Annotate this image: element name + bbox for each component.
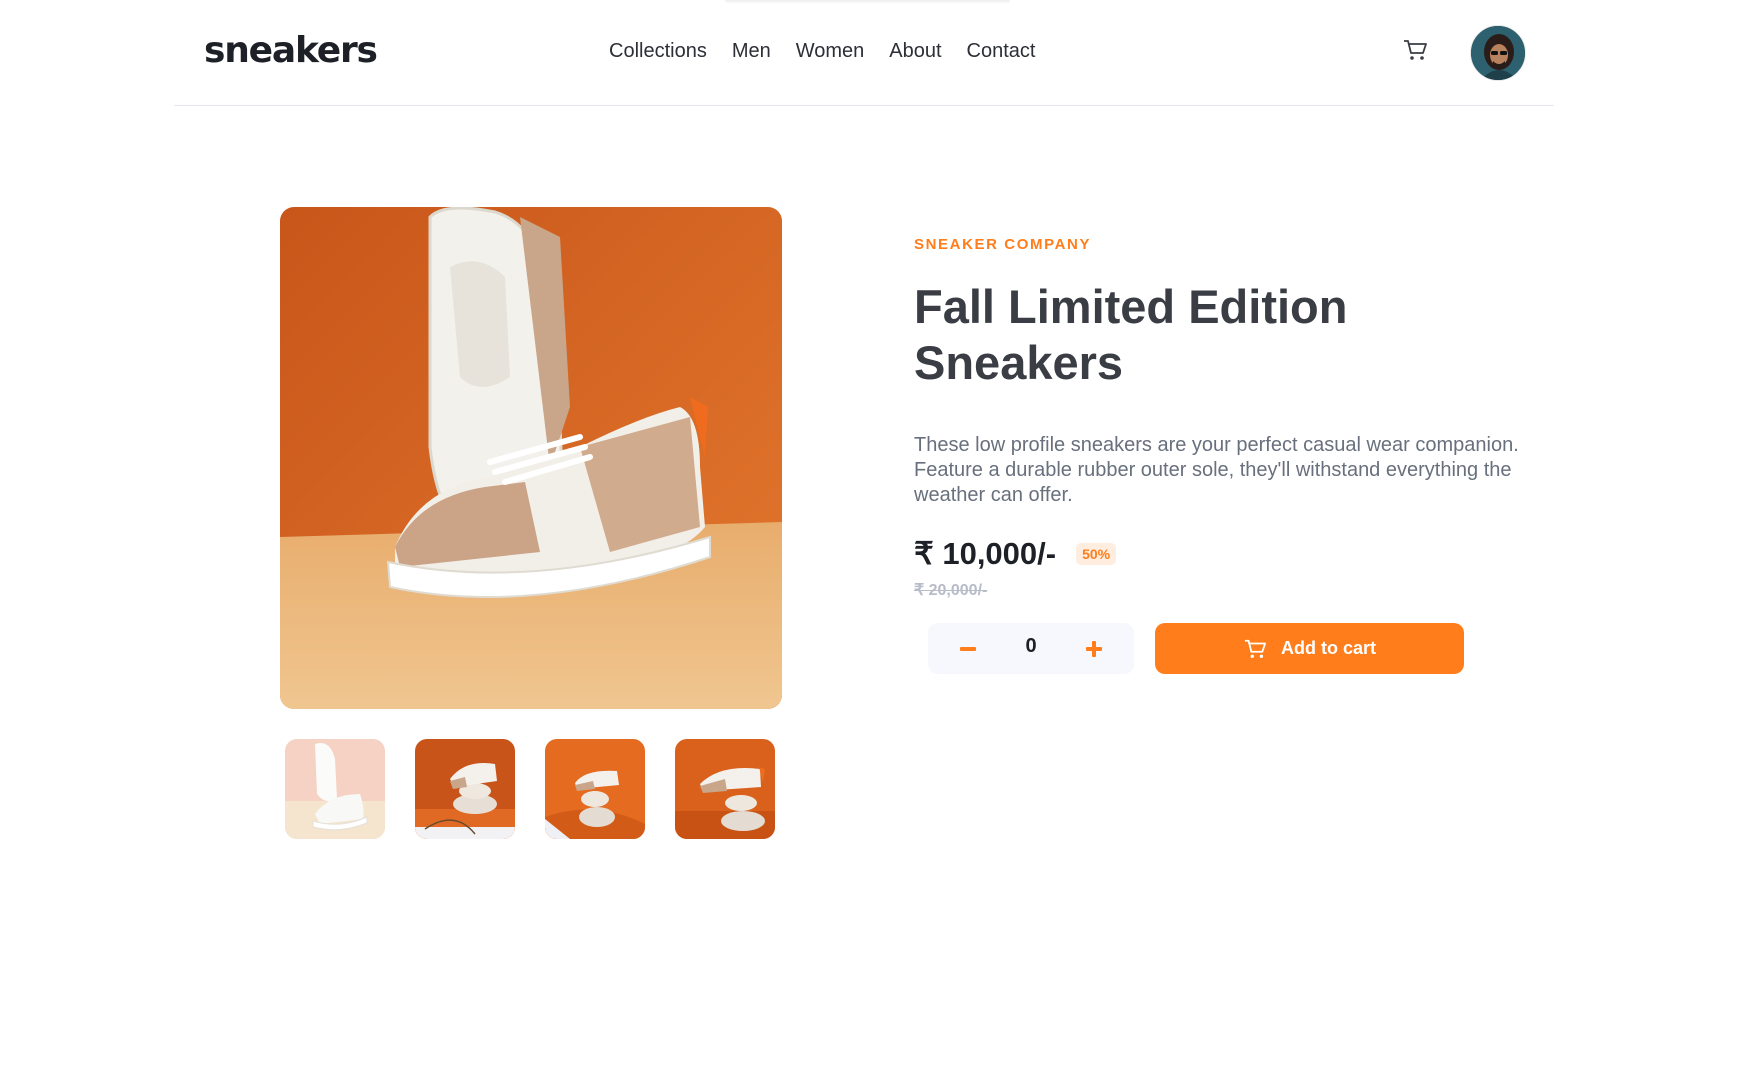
nav-collections[interactable]: Collections — [609, 40, 707, 63]
discount-badge: 50% — [1076, 543, 1117, 565]
product-title: Fall Limited Edition Sneakers — [914, 280, 1348, 389]
add-to-cart-label: Add to cart — [1280, 638, 1376, 658]
minus-icon — [960, 646, 976, 651]
product-details: SNEAKER COMPANY Fall Limited Edition Sne… — [914, 236, 1534, 600]
thumbnail-3[interactable] — [545, 739, 645, 839]
nav-men[interactable]: Men — [732, 40, 771, 63]
sneaker-main-image — [280, 207, 782, 709]
thumbnail-2[interactable] — [415, 739, 515, 839]
product-description: These low profile sneakers are your perf… — [914, 434, 1519, 506]
nav-contact[interactable]: Contact — [967, 40, 1036, 63]
price-row: ₹ 10,000/- 50% — [914, 536, 1534, 572]
thumbnail-4-image — [675, 739, 775, 839]
site-header: sneakers Collections Men Women About Con… — [174, 0, 1554, 106]
quantity-value: 0 — [1025, 635, 1037, 657]
thumbnail-3-image — [545, 739, 645, 839]
cart-icon — [1404, 40, 1427, 60]
main-nav: Collections Men Women About Contact — [609, 40, 1060, 63]
avatar-image — [1471, 26, 1525, 80]
plus-icon — [1086, 640, 1102, 657]
avatar[interactable] — [1470, 25, 1526, 81]
original-price: ₹ 20,000/- — [914, 582, 988, 599]
main-product-image[interactable] — [280, 207, 782, 709]
cart-icon — [1244, 639, 1266, 658]
cart-button[interactable] — [1402, 38, 1432, 66]
product-page: sneakers Collections Men Women About Con… — [0, 0, 1757, 1080]
thumbnail-2-image — [415, 739, 515, 839]
nav-about[interactable]: About — [889, 40, 941, 63]
nav-women[interactable]: Women — [796, 40, 865, 63]
logo[interactable]: sneakers — [204, 30, 378, 71]
add-to-cart-button[interactable]: Add to cart — [1155, 623, 1464, 674]
current-price: ₹ 10,000/- — [914, 536, 1057, 571]
increase-quantity-button[interactable] — [1064, 623, 1124, 674]
thumbnail-4[interactable] — [675, 739, 775, 839]
thumbnail-1[interactable] — [285, 739, 385, 839]
company-name: SNEAKER COMPANY — [914, 236, 1092, 253]
thumbnail-list — [285, 739, 775, 839]
thumbnail-1-image — [285, 739, 385, 839]
quantity-stepper: 0 — [928, 623, 1134, 674]
